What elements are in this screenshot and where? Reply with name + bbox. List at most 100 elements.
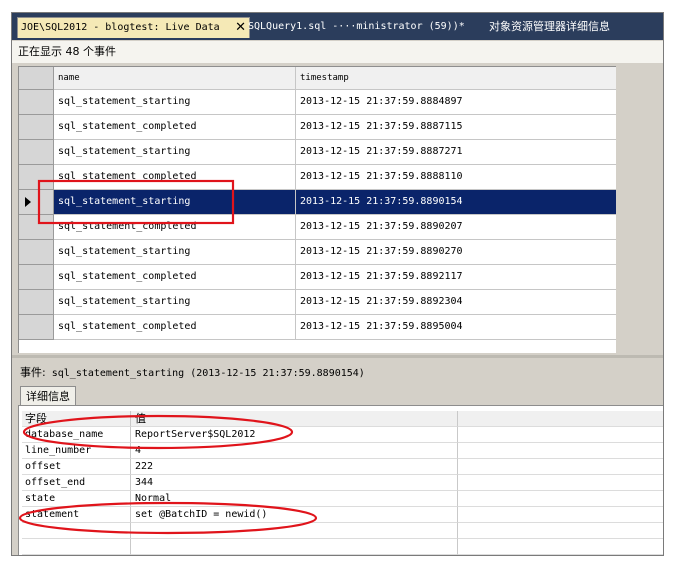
details-field-cell xyxy=(22,523,131,539)
row-selector[interactable] xyxy=(19,315,54,340)
row-selector[interactable] xyxy=(19,165,54,190)
tab-live-data-label: JOE\SQL2012 - blogtest: Live Data xyxy=(21,22,220,33)
details-field-cell: offset_end xyxy=(22,475,131,491)
cell-timestamp[interactable]: 2013-12-15 21:37:59.8892304 xyxy=(296,290,616,315)
cell-name[interactable]: sql_statement_completed xyxy=(54,165,296,190)
event-count-status: 正在显示 48 个事件 xyxy=(12,41,663,63)
details-filler-cell xyxy=(458,523,663,539)
table-row[interactable]: sql_statement_completed 2013-12-15 21:37:… xyxy=(19,265,616,290)
details-field-cell: offset xyxy=(22,459,131,475)
table-row[interactable]: sql_statement_starting 2013-12-15 21:37:5… xyxy=(19,290,616,315)
details-row[interactable]: line_number 4 xyxy=(22,443,663,459)
tab-details[interactable]: 详细信息 xyxy=(20,386,76,406)
table-row[interactable]: sql_statement_starting 2013-12-15 21:37:5… xyxy=(19,190,616,215)
cell-timestamp[interactable]: 2013-12-15 21:37:59.8888110 xyxy=(296,165,616,190)
details-value-cell: ReportServer$SQL2012 xyxy=(131,427,458,443)
row-selector[interactable] xyxy=(19,140,54,165)
details-row[interactable]: offset_end 344 xyxy=(22,475,663,491)
panel-splitter[interactable] xyxy=(12,355,663,358)
cell-name[interactable]: sql_statement_starting xyxy=(54,290,296,315)
details-field-cell: statement xyxy=(22,507,131,523)
document-tab-strip: JOE\SQL2012 - blogtest: Live Data ✕ SQLQ… xyxy=(12,13,663,40)
cell-name[interactable]: sql_statement_completed xyxy=(54,265,296,290)
table-row[interactable]: sql_statement_completed 2013-12-15 21:37:… xyxy=(19,215,616,240)
row-selector[interactable] xyxy=(19,215,54,240)
details-filler-cell xyxy=(458,459,663,475)
table-row[interactable]: sql_statement_completed 2013-12-15 21:37:… xyxy=(19,115,616,140)
cell-timestamp[interactable]: 2013-12-15 21:37:59.8890207 xyxy=(296,215,616,240)
details-value-text: 4 xyxy=(135,445,142,456)
cell-name[interactable]: sql_statement_starting xyxy=(54,140,296,165)
details-empty-row xyxy=(22,539,663,555)
cell-timestamp[interactable]: 2013-12-15 21:37:59.8890154 xyxy=(296,190,616,215)
details-value-cell: 4 xyxy=(131,443,458,459)
cell-name[interactable]: sql_statement_completed xyxy=(54,215,296,240)
details-value-text: Normal xyxy=(135,493,172,504)
cell-timestamp[interactable]: 2013-12-15 21:37:59.8895004 xyxy=(296,315,616,340)
triangle-right-icon xyxy=(25,197,31,207)
details-value-cell: 344 xyxy=(131,475,458,491)
details-value-text: 222 xyxy=(135,461,154,472)
details-value-text: set @BatchID = newid() xyxy=(135,509,268,520)
details-value-text: ReportServer$SQL2012 xyxy=(135,429,256,440)
tab-sqlquery1[interactable]: SQLQuery1.sql -···ministrator (59))* xyxy=(248,17,465,37)
column-header-field[interactable]: 字段 xyxy=(22,411,131,427)
details-row[interactable]: offset 222 xyxy=(22,459,663,475)
row-selector[interactable] xyxy=(19,265,54,290)
details-header-row: 字段 值 xyxy=(22,411,663,427)
tab-live-data[interactable]: JOE\SQL2012 - blogtest: Live Data ✕ xyxy=(17,17,250,38)
column-header-name[interactable]: name xyxy=(54,67,296,90)
details-filler-cell xyxy=(458,491,663,507)
tab-object-explorer-details[interactable]: 对象资源管理器详细信息 xyxy=(489,17,610,37)
details-grid[interactable]: 字段 值 database_name ReportServer$SQL2012 li… xyxy=(22,411,663,555)
details-value-cell: 222 xyxy=(131,459,458,475)
table-row[interactable]: sql_statement_starting 2013-12-15 21:37:5… xyxy=(19,240,616,265)
cell-name[interactable]: sql_statement_starting xyxy=(54,240,296,265)
details-filler-cell xyxy=(458,539,663,555)
details-field-cell: line_number xyxy=(22,443,131,459)
table-row[interactable]: sql_statement_starting 2013-12-15 21:37:5… xyxy=(19,140,616,165)
details-field-cell: state xyxy=(22,491,131,507)
close-tab-icon[interactable]: ✕ xyxy=(235,18,246,38)
details-row[interactable]: database_name ReportServer$SQL2012 xyxy=(22,427,663,443)
cell-timestamp[interactable]: 2013-12-15 21:37:59.8887271 xyxy=(296,140,616,165)
details-value-cell: set @BatchID = newid()... xyxy=(131,507,458,523)
row-selector[interactable] xyxy=(19,290,54,315)
selected-event-summary: 事件: sql_statement_starting (2013-12-15 2… xyxy=(20,364,365,380)
event-text: sql_statement_starting (2013-12-15 21:37… xyxy=(51,368,365,379)
column-header-value[interactable]: 值 xyxy=(131,411,458,427)
cell-timestamp[interactable]: 2013-12-15 21:37:59.8890270 xyxy=(296,240,616,265)
details-value-cell: Normal xyxy=(131,491,458,507)
table-row[interactable]: sql_statement_completed 2013-12-15 21:37:… xyxy=(19,165,616,190)
row-selector[interactable] xyxy=(19,115,54,140)
details-filler-cell xyxy=(458,427,663,443)
details-field-cell xyxy=(22,539,131,555)
grid-header-row: name timestamp xyxy=(19,67,616,92)
details-row[interactable]: state Normal xyxy=(22,491,663,507)
event-label: 事件: xyxy=(20,366,46,379)
details-filler-cell xyxy=(458,475,663,491)
details-row[interactable]: statementset @BatchID = newid()... xyxy=(22,507,663,523)
details-filler-cell xyxy=(458,443,663,459)
live-data-window: JOE\SQL2012 - blogtest: Live Data ✕ SQLQ… xyxy=(11,12,664,556)
row-selector[interactable] xyxy=(19,240,54,265)
header-corner xyxy=(19,67,54,90)
table-row[interactable]: sql_statement_starting 2013-12-15 21:37:5… xyxy=(19,90,616,115)
column-header-filler xyxy=(458,411,663,427)
row-selector[interactable] xyxy=(19,190,54,215)
row-selector[interactable] xyxy=(19,90,54,115)
table-row[interactable]: sql_statement_completed 2013-12-15 21:37:… xyxy=(19,315,616,340)
details-value-cell xyxy=(131,523,458,539)
cell-name[interactable]: sql_statement_starting xyxy=(54,190,296,215)
details-value-cell xyxy=(131,539,458,555)
cell-timestamp[interactable]: 2013-12-15 21:37:59.8887115 xyxy=(296,115,616,140)
cell-name[interactable]: sql_statement_completed xyxy=(54,315,296,340)
cell-name[interactable]: sql_statement_starting xyxy=(54,90,296,115)
details-empty-row xyxy=(22,523,663,539)
details-filler-cell xyxy=(458,507,663,523)
cell-timestamp[interactable]: 2013-12-15 21:37:59.8892117 xyxy=(296,265,616,290)
cell-name[interactable]: sql_statement_completed xyxy=(54,115,296,140)
column-header-timestamp[interactable]: timestamp xyxy=(296,67,616,90)
events-grid[interactable]: name timestamp sql_statement_starting 201… xyxy=(18,66,616,353)
cell-timestamp[interactable]: 2013-12-15 21:37:59.8884897 xyxy=(296,90,616,115)
